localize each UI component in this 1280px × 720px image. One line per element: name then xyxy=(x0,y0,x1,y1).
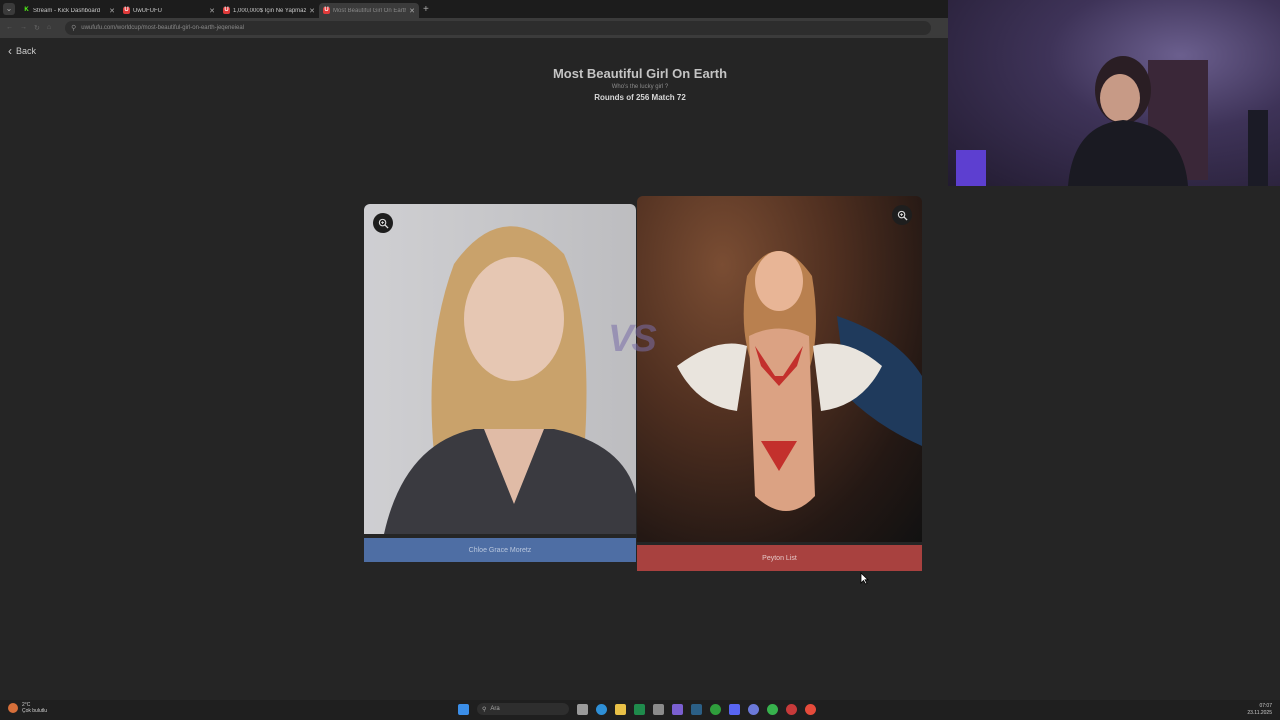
edge-icon[interactable] xyxy=(596,703,607,715)
close-icon[interactable]: ✕ xyxy=(109,7,115,15)
clock-date: 23.11.2025 xyxy=(1247,710,1272,716)
weather-text: 2°C Çok bulutlu xyxy=(22,702,47,714)
store-icon[interactable] xyxy=(653,703,664,715)
search-icon: ⚲ xyxy=(482,706,487,713)
portrait-illustration xyxy=(384,226,636,534)
os-taskbar: 2°C Çok bulutlu ⚲ Ara 07:07 23.11.2025 xyxy=(0,700,1280,720)
zoom-button[interactable] xyxy=(892,205,912,225)
search-placeholder: Ara xyxy=(490,706,500,712)
forward-arrow-icon[interactable]: → xyxy=(20,24,27,32)
tab-menu-icon[interactable]: ⌄ xyxy=(3,3,15,15)
windows-start-icon[interactable] xyxy=(458,703,469,715)
app-icon[interactable] xyxy=(672,703,683,715)
tab-title: 1,000,000$ İçin Ne Yapmazsın! | xyxy=(233,7,307,14)
home-icon[interactable]: ⌂ xyxy=(47,24,51,32)
reload-icon[interactable]: ↻ xyxy=(34,24,40,32)
excel-icon[interactable] xyxy=(634,703,645,715)
folder-icon[interactable] xyxy=(615,703,626,715)
kick-favicon-icon: K xyxy=(24,7,29,13)
webcam-overlay xyxy=(948,0,1280,186)
site-info-icon[interactable]: ⚲ xyxy=(71,24,76,32)
xbox-icon[interactable] xyxy=(710,703,721,715)
left-choice-button[interactable]: Chloe Grace Moretz xyxy=(364,538,636,562)
portrait-illustration xyxy=(677,251,922,511)
system-clock[interactable]: 07:07 23.11.2025 xyxy=(1247,703,1272,717)
streamer-illustration xyxy=(956,56,1268,186)
zoom-in-icon xyxy=(378,218,389,229)
weather-desc: Çok bulutlu xyxy=(22,708,48,714)
discord-icon[interactable] xyxy=(748,703,759,715)
tab-title: Most Beautiful Girl On Earth | xyxy=(333,7,407,14)
weather-widget[interactable]: 2°C Çok bulutlu xyxy=(8,702,47,714)
steam-icon[interactable] xyxy=(691,703,702,715)
task-view-icon[interactable] xyxy=(577,703,588,715)
right-choice-image[interactable] xyxy=(637,196,922,542)
back-button[interactable]: ‹ Back xyxy=(8,45,36,57)
new-tab-icon[interactable]: + xyxy=(423,4,429,15)
clock-time: 07:07 xyxy=(1259,703,1272,709)
left-choice-image[interactable] xyxy=(364,204,636,534)
chrome-icon[interactable] xyxy=(805,703,816,715)
back-arrow-icon[interactable]: ← xyxy=(6,24,13,32)
close-icon[interactable]: ✕ xyxy=(409,7,415,15)
taskbar-search[interactable]: ⚲ Ara xyxy=(477,703,569,715)
tab-title: Stream - Kick Dashboard xyxy=(33,7,101,14)
app-icon[interactable] xyxy=(767,703,778,715)
address-bar: ← → ↻ ⌂ ⚲ uwufufu.com/worldcup/most-beau… xyxy=(0,18,948,38)
vs-label: VS xyxy=(608,318,657,360)
zoom-in-icon xyxy=(897,210,908,221)
mouse-cursor-icon xyxy=(860,572,869,585)
uwufufu-favicon-icon: U xyxy=(123,7,130,14)
browser-tab-bar: ⌄ K Stream - Kick Dashboard ✕ U UwUFUFU … xyxy=(0,0,948,18)
nav-buttons: ← → ↻ ⌂ xyxy=(6,24,51,32)
tab-kick-dashboard[interactable]: K Stream - Kick Dashboard ✕ xyxy=(19,3,119,18)
tab-title: UwUFUFU xyxy=(133,7,162,14)
url-text: uwufufu.com/worldcup/most-beautiful-girl… xyxy=(81,25,244,31)
uwufufu-favicon-icon: U xyxy=(323,7,330,14)
tab-1000000[interactable]: U 1,000,000$ İçin Ne Yapmazsın! | ✕ xyxy=(219,3,319,18)
chevron-left-icon: ‹ xyxy=(8,44,12,58)
close-icon[interactable]: ✕ xyxy=(209,7,215,15)
app-icon[interactable] xyxy=(786,703,797,715)
close-icon[interactable]: ✕ xyxy=(309,7,315,15)
right-choice-button[interactable]: Peyton List xyxy=(637,545,922,571)
url-input[interactable]: ⚲ uwufufu.com/worldcup/most-beautiful-gi… xyxy=(65,21,932,35)
tab-uwufufu[interactable]: U UwUFUFU ✕ xyxy=(119,3,219,18)
cloud-icon xyxy=(8,703,18,713)
back-label: Back xyxy=(16,46,37,56)
taskbar-apps: ⚲ Ara xyxy=(458,703,816,715)
tab-most-beautiful[interactable]: U Most Beautiful Girl On Earth | ✕ xyxy=(319,3,419,18)
app-icon[interactable] xyxy=(729,703,740,715)
uwufufu-favicon-icon: U xyxy=(223,7,230,14)
zoom-button[interactable] xyxy=(373,213,393,233)
